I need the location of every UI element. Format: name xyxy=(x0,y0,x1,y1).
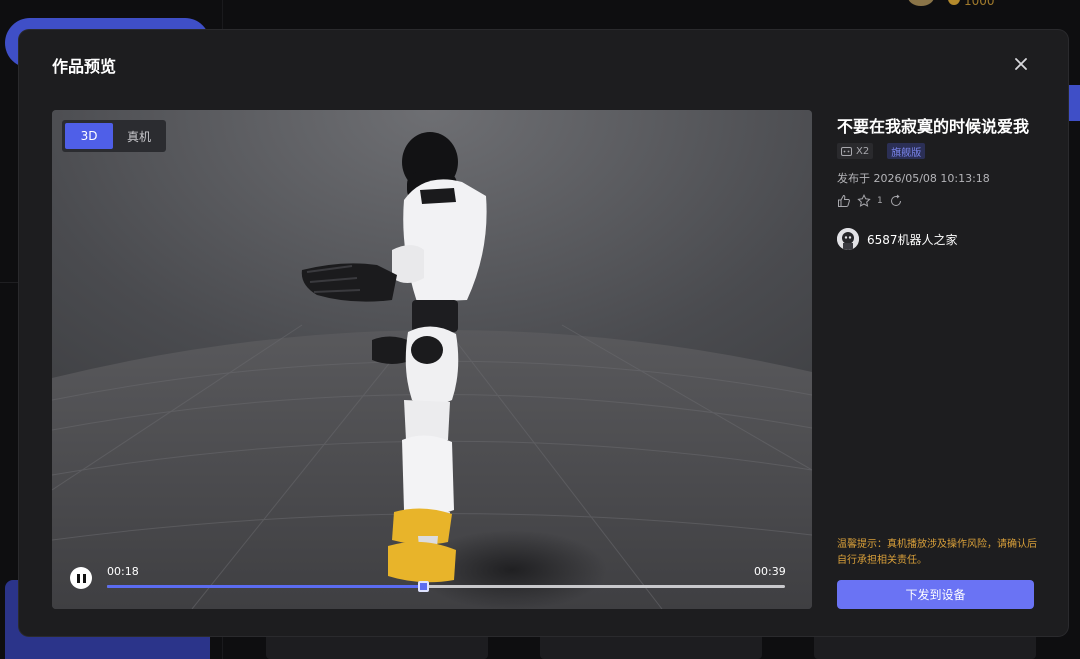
robot-model-icon xyxy=(841,146,852,156)
model-tag: X2 xyxy=(837,143,874,159)
progress-fill xyxy=(107,585,423,588)
pause-icon-bar xyxy=(82,573,86,583)
model-tag-label: X2 xyxy=(856,145,870,157)
author-link[interactable]: 6587机器人之家 xyxy=(837,228,958,250)
tab-3d[interactable]: 3D xyxy=(65,123,113,149)
share-icon[interactable] xyxy=(889,194,903,208)
background-card xyxy=(540,633,762,659)
coin-icon xyxy=(948,0,960,5)
work-actions: 1 xyxy=(837,194,903,208)
author-name: 6587机器人之家 xyxy=(867,232,958,247)
current-time: 00:18 xyxy=(107,565,139,578)
publish-time: 发布于 2026/05/08 10:13:18 xyxy=(837,172,990,185)
pause-icon-bar xyxy=(76,573,80,583)
total-time: 00:39 xyxy=(754,565,786,578)
send-to-device-button[interactable]: 下发到设备 xyxy=(837,580,1034,609)
progress-thumb[interactable] xyxy=(417,581,429,592)
robot-scene[interactable] xyxy=(52,110,812,609)
favorite-count: 1 xyxy=(877,196,883,206)
background-user-avatar xyxy=(908,0,934,6)
background-card xyxy=(266,633,488,659)
background-accent-strip xyxy=(1068,85,1080,121)
background-card xyxy=(814,633,1036,659)
3d-viewer[interactable]: 3D 真机 00:18 00:39 xyxy=(52,110,812,609)
risk-warning: 温馨提示：真机播放涉及操作风险，请确认后自行承担相关责任。 xyxy=(837,539,1037,566)
preview-modal: 作品预览 3D 真机 00:18 00:39 不要在我寂寞的时候说爱我 X2 旗… xyxy=(19,30,1068,636)
star-icon[interactable] xyxy=(857,194,871,208)
work-tags: X2 旗舰版 xyxy=(837,143,926,159)
background-coin-balance: 1000 xyxy=(964,0,995,8)
close-icon[interactable] xyxy=(1011,54,1031,74)
tab-real-robot[interactable]: 真机 xyxy=(115,123,163,149)
modal-title: 作品预览 xyxy=(52,57,117,76)
pause-button[interactable] xyxy=(70,567,92,589)
like-icon[interactable] xyxy=(837,194,851,208)
view-mode-toggle: 3D 真机 xyxy=(62,120,166,152)
progress-track[interactable] xyxy=(107,581,785,592)
author-avatar xyxy=(837,228,859,250)
edition-tag: 旗舰版 xyxy=(887,143,926,159)
work-title: 不要在我寂寞的时候说爱我 xyxy=(837,117,1030,136)
